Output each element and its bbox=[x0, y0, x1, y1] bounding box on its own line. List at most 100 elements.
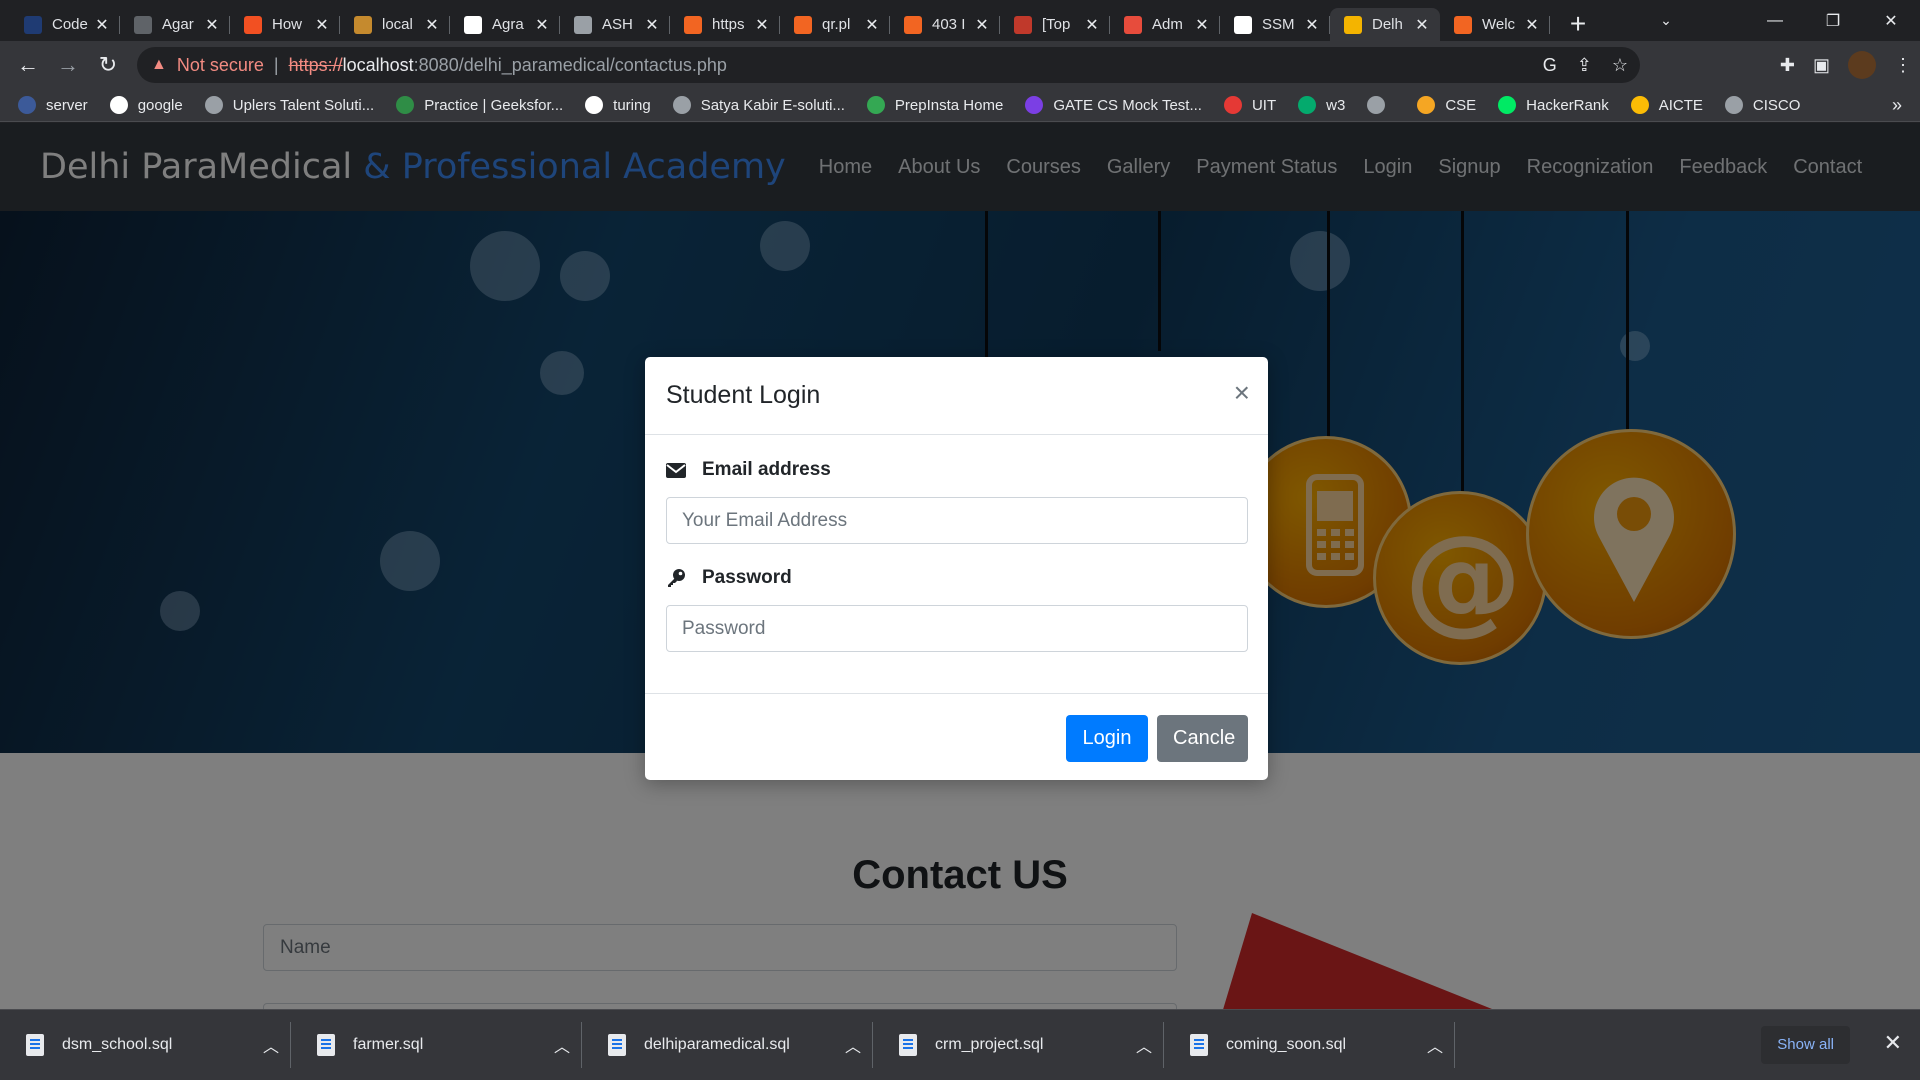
chevron-up-icon[interactable]: ︿ bbox=[542, 1033, 582, 1057]
tab-close-icon[interactable]: ✕ bbox=[94, 15, 110, 35]
side-panel-icon[interactable]: ▣ bbox=[1813, 55, 1830, 76]
profile-avatar[interactable] bbox=[1848, 51, 1876, 79]
tab-close-icon[interactable]: ✕ bbox=[1194, 15, 1210, 35]
tab-favicon-icon bbox=[1234, 15, 1252, 34]
tab-favicon-icon bbox=[574, 15, 592, 34]
cancel-button[interactable]: Cancle bbox=[1157, 715, 1248, 762]
file-icon bbox=[26, 1034, 44, 1056]
browser-tab[interactable]: ASH ✕ bbox=[560, 8, 670, 41]
bookmark-favicon-icon bbox=[585, 96, 604, 114]
key-icon bbox=[666, 568, 686, 588]
warning-icon: ▲ bbox=[151, 56, 167, 73]
browser-tab[interactable]: How ✕ bbox=[230, 8, 340, 41]
bookmark-item[interactable]: CSE bbox=[1417, 96, 1476, 114]
share-icon[interactable]: ⇪ bbox=[1577, 55, 1592, 76]
modal-body: Email address Password bbox=[645, 435, 1268, 694]
bookmark-item[interactable]: w3 bbox=[1298, 96, 1345, 114]
new-tab-button[interactable]: + bbox=[1560, 6, 1596, 42]
browser-tab[interactable]: Delh ✕ bbox=[1330, 8, 1440, 41]
tab-search-icon[interactable]: ⌄ bbox=[1646, 12, 1686, 29]
browser-tab[interactable]: qr.pl ✕ bbox=[780, 8, 890, 41]
not-secure-label: Not secure bbox=[176, 54, 264, 75]
tab-title: Agra bbox=[492, 16, 524, 33]
download-item[interactable]: crm_project.sql ︿ bbox=[873, 1010, 1164, 1080]
browser-tab[interactable]: https ✕ bbox=[670, 8, 780, 41]
browser-tab[interactable]: SSM ✕ bbox=[1220, 8, 1330, 41]
download-item[interactable]: dsm_school.sql ︿ bbox=[0, 1010, 291, 1080]
back-icon[interactable]: ← bbox=[8, 52, 48, 78]
bookmark-item[interactable]: Satya Kabir E-soluti... bbox=[672, 96, 845, 114]
bookmark-item[interactable]: server bbox=[18, 96, 88, 114]
envelope-icon bbox=[666, 462, 686, 478]
email-field[interactable] bbox=[666, 497, 1248, 544]
browser-tab[interactable]: [Top ✕ bbox=[1000, 8, 1110, 41]
bookmark-label: turing bbox=[613, 96, 651, 114]
minimize-icon[interactable]: — bbox=[1746, 12, 1804, 30]
bookmark-item[interactable]: HackerRank bbox=[1498, 96, 1609, 114]
bookmark-item[interactable]: google bbox=[109, 96, 183, 114]
menu-kebab-icon[interactable]: ⋮ bbox=[1894, 55, 1912, 76]
google-lens-icon[interactable]: G bbox=[1543, 55, 1557, 76]
browser-tab[interactable]: Welc ✕ bbox=[1440, 8, 1550, 41]
bookmark-star-icon[interactable]: ☆ bbox=[1612, 55, 1628, 76]
bookmark-item[interactable]: CISCO bbox=[1724, 96, 1800, 114]
tab-close-icon[interactable]: ✕ bbox=[534, 15, 550, 35]
bookmarks-bar: server google Uplers Talent Soluti... Pract… bbox=[0, 89, 1920, 122]
download-item[interactable]: delhiparamedical.sql ︿ bbox=[582, 1010, 873, 1080]
chevron-up-icon[interactable]: ︿ bbox=[1415, 1033, 1455, 1057]
close-downloads-icon[interactable]: ✕ bbox=[1884, 1032, 1902, 1054]
reload-icon[interactable]: ↻ bbox=[88, 52, 128, 78]
download-filename: crm_project.sql bbox=[935, 1036, 1044, 1053]
close-window-icon[interactable]: ✕ bbox=[1862, 11, 1920, 31]
address-separator: | bbox=[273, 54, 279, 75]
tab-close-icon[interactable]: ✕ bbox=[864, 15, 880, 35]
login-button[interactable]: Login bbox=[1066, 715, 1148, 762]
tab-close-icon[interactable]: ✕ bbox=[644, 15, 660, 35]
close-icon[interactable]: × bbox=[1234, 379, 1250, 407]
tab-title: local bbox=[382, 16, 413, 33]
modal-title: Student Login bbox=[666, 381, 821, 409]
chevron-up-icon[interactable]: ︿ bbox=[1124, 1033, 1164, 1057]
bookmark-favicon-icon bbox=[204, 96, 223, 114]
browser-tab[interactable]: local ✕ bbox=[340, 8, 450, 41]
address-bar[interactable]: ▲ Not secure | https:// localhost :8080/… bbox=[137, 47, 1640, 83]
browser-tab[interactable]: Code ✕ bbox=[10, 8, 120, 41]
tab-close-icon[interactable]: ✕ bbox=[1084, 15, 1100, 35]
extensions-icon[interactable]: ✚ bbox=[1780, 55, 1795, 76]
bookmarks-overflow-icon[interactable]: » bbox=[1892, 89, 1902, 122]
bookmark-favicon-icon bbox=[1498, 96, 1517, 114]
tab-close-icon[interactable]: ✕ bbox=[754, 15, 770, 35]
tab-close-icon[interactable]: ✕ bbox=[1304, 15, 1320, 35]
tab-close-icon[interactable]: ✕ bbox=[314, 15, 330, 35]
tab-close-icon[interactable]: ✕ bbox=[204, 15, 220, 35]
tab-close-icon[interactable]: ✕ bbox=[1414, 15, 1430, 35]
password-field[interactable] bbox=[666, 605, 1248, 652]
restore-icon[interactable]: ❐ bbox=[1804, 11, 1862, 31]
tab-title: [Top bbox=[1042, 16, 1071, 33]
bookmark-item[interactable]: PrepInsta Home bbox=[866, 96, 1003, 114]
bookmark-item[interactable]: UIT bbox=[1223, 96, 1276, 114]
bookmark-item[interactable]: Uplers Talent Soluti... bbox=[204, 96, 374, 114]
download-item[interactable]: farmer.sql ︿ bbox=[291, 1010, 582, 1080]
browser-tab[interactable]: Agar ✕ bbox=[120, 8, 230, 41]
tab-title: How bbox=[272, 16, 303, 33]
browser-tab[interactable]: Adm ✕ bbox=[1110, 8, 1220, 41]
browser-tab[interactable]: Agra ✕ bbox=[450, 8, 560, 41]
chevron-up-icon[interactable]: ︿ bbox=[251, 1033, 291, 1057]
show-all-button[interactable]: Show all bbox=[1761, 1026, 1850, 1064]
chevron-up-icon[interactable]: ︿ bbox=[833, 1033, 873, 1057]
browser-tab[interactable]: 403 I ✕ bbox=[890, 8, 1000, 41]
file-icon bbox=[317, 1034, 335, 1056]
bookmark-item[interactable]: Practice | Geeksfor... bbox=[396, 96, 563, 114]
tab-favicon-icon bbox=[24, 15, 42, 34]
bookmark-item[interactable] bbox=[1367, 96, 1395, 114]
bookmark-item[interactable]: turing bbox=[585, 96, 651, 114]
tab-close-icon[interactable]: ✕ bbox=[974, 15, 990, 35]
download-item[interactable]: coming_soon.sql ︿ bbox=[1164, 1010, 1455, 1080]
forward-icon[interactable]: → bbox=[48, 52, 88, 78]
tab-close-icon[interactable]: ✕ bbox=[424, 15, 440, 35]
bookmark-item[interactable]: AICTE bbox=[1630, 96, 1703, 114]
bookmark-label: server bbox=[46, 96, 88, 114]
tab-close-icon[interactable]: ✕ bbox=[1524, 15, 1540, 35]
bookmark-item[interactable]: GATE CS Mock Test... bbox=[1025, 96, 1202, 114]
